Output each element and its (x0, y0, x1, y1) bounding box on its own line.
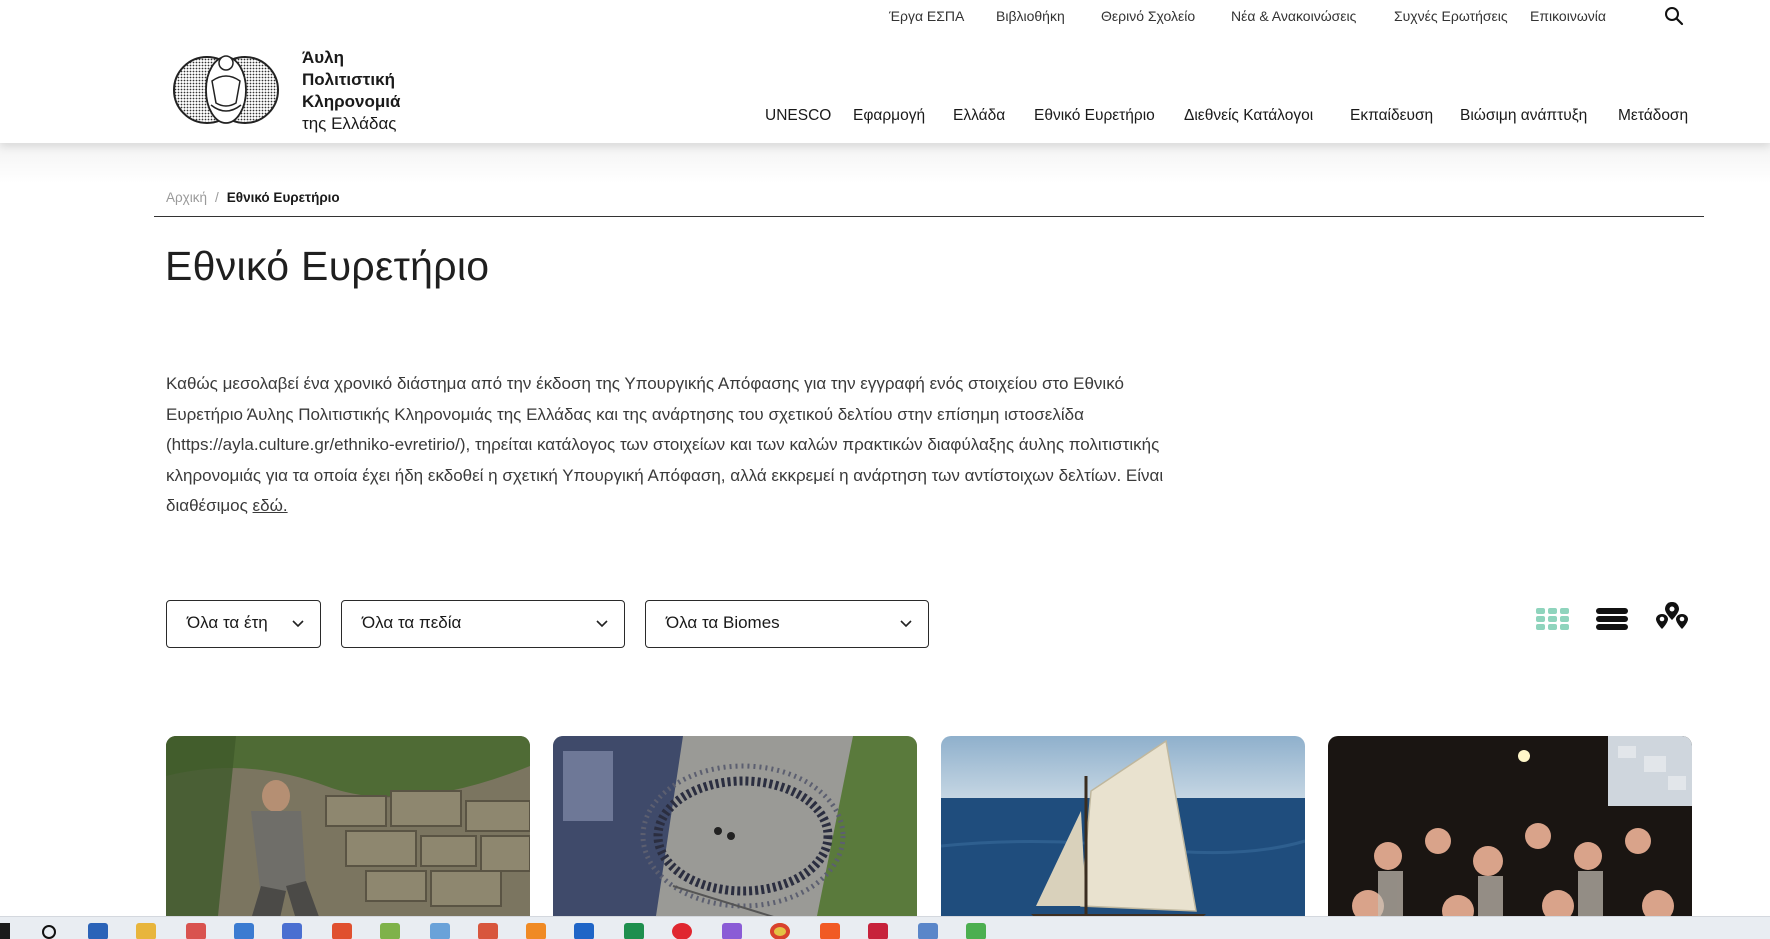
breadcrumb-divider (154, 216, 1704, 217)
nav-transmission[interactable]: Μετάδοση (1618, 107, 1688, 125)
nav-national-inventory[interactable]: Εθνικό Ευρετήριο (1034, 107, 1155, 125)
chevron-down-icon (596, 620, 608, 628)
taskbar-app-icon[interactable] (186, 923, 206, 939)
breadcrumb: Αρχική / Εθνικό Ευρετήριο (166, 190, 340, 205)
nav-international-lists[interactable]: Διεθνείς Κατάλογοι (1184, 107, 1313, 125)
taskbar-word-icon[interactable] (574, 923, 594, 939)
taskbar-app-icon[interactable] (282, 923, 302, 939)
taskbar-app-icon[interactable] (918, 923, 938, 939)
sailboat-image (941, 736, 1305, 936)
nav-greece[interactable]: Ελλάδα (953, 107, 1005, 125)
biome-filter-select[interactable]: Όλα τα Biomes (645, 600, 929, 648)
breadcrumb-separator: / (215, 190, 219, 205)
nav-unesco[interactable]: UNESCO (765, 107, 831, 125)
chevron-down-icon (900, 620, 912, 628)
logo-line-1: Άυλη (302, 48, 345, 67)
os-taskbar (0, 916, 1770, 939)
nav-education[interactable]: Εκπαίδευση (1350, 107, 1433, 125)
taskbar-app-icon[interactable] (722, 923, 742, 939)
taskbar-app-icon[interactable] (380, 923, 400, 939)
page-title: Εθνικό Ευρετήριο (165, 243, 490, 289)
inventory-card-image[interactable] (166, 736, 530, 936)
taskbar-search-icon[interactable] (40, 923, 60, 939)
map-view-icon[interactable] (1653, 600, 1691, 638)
inventory-card-image[interactable] (941, 736, 1305, 936)
night-dance-image (1328, 736, 1692, 936)
breadcrumb-home-link[interactable]: Αρχική (166, 190, 207, 205)
taskbar-excel-icon[interactable] (624, 923, 644, 939)
aerial-circle-dance-image (553, 736, 917, 936)
year-filter-value: Όλα τα έτη (187, 613, 268, 632)
util-link-espa[interactable]: Έργα ΕΣΠΑ (889, 8, 964, 24)
util-link-library[interactable]: Βιβλιοθήκη (996, 8, 1065, 24)
logo-line-4: της Ελλάδας (302, 114, 397, 133)
biome-filter-value: Όλα τα Biomes (666, 613, 780, 632)
search-icon[interactable] (1664, 6, 1684, 26)
inventory-card-image[interactable] (553, 736, 917, 936)
util-link-faq[interactable]: Συχνές Ερωτήσεις (1394, 8, 1508, 24)
intro-paragraph: Καθώς μεσολαβεί ένα χρονικό διάστημα από… (166, 369, 1186, 522)
util-link-contact[interactable]: Επικοινωνία (1530, 8, 1606, 24)
stone-wall-worker-image (166, 736, 530, 936)
taskbar-app-icon[interactable] (332, 923, 352, 939)
field-filter-value: Όλα τα πεδία (362, 613, 462, 632)
taskbar-app-icon[interactable] (478, 923, 498, 939)
taskbar-save-icon[interactable] (88, 923, 108, 939)
breadcrumb-current: Εθνικό Ευρετήριο (226, 190, 340, 205)
start-button[interactable] (0, 923, 10, 939)
logo-emblem[interactable] (171, 43, 281, 137)
taskbar-folder-icon[interactable] (136, 923, 156, 939)
utility-nav: Έργα ΕΣΠΑ Βιβλιοθήκη Θερινό Σχολείο Νέα … (0, 0, 1770, 34)
logo-line-2: Πολιτιστική (302, 70, 395, 89)
logo-line-3: Κληρονομιά (302, 92, 401, 111)
logo-wordmark[interactable]: Άυλη Πολιτιστική Κληρονομιά της Ελλάδας (302, 47, 400, 135)
taskbar-chrome-icon[interactable] (770, 923, 790, 939)
taskbar-app-icon[interactable] (234, 923, 254, 939)
nav-application[interactable]: Εφαρμογή (853, 107, 925, 125)
taskbar-app-icon[interactable] (868, 923, 888, 939)
field-filter-select[interactable]: Όλα τα πεδία (341, 600, 625, 648)
list-view-icon[interactable] (1594, 600, 1632, 638)
site-header: Έργα ΕΣΠΑ Βιβλιοθήκη Θερινό Σχολείο Νέα … (0, 0, 1770, 143)
nav-sustainable-development[interactable]: Βιώσιμη ανάπτυξη (1460, 107, 1587, 125)
taskbar-brave-icon[interactable] (820, 923, 840, 939)
inventory-card-image[interactable] (1328, 736, 1692, 936)
chevron-down-icon (292, 620, 304, 628)
year-filter-select[interactable]: Όλα τα έτη (166, 600, 321, 648)
taskbar-app-icon[interactable] (430, 923, 450, 939)
intro-text: Καθώς μεσολαβεί ένα χρονικό διάστημα από… (166, 374, 1164, 515)
taskbar-app-icon[interactable] (966, 923, 986, 939)
taskbar-firefox-icon[interactable] (526, 923, 546, 939)
taskbar-opera-icon[interactable] (672, 923, 692, 939)
intro-here-link[interactable]: εδώ. (253, 496, 288, 515)
util-link-news[interactable]: Νέα & Ανακοινώσεις (1231, 8, 1356, 24)
grid-view-icon[interactable] (1534, 600, 1572, 638)
util-link-summer-school[interactable]: Θερινό Σχολείο (1101, 8, 1195, 24)
